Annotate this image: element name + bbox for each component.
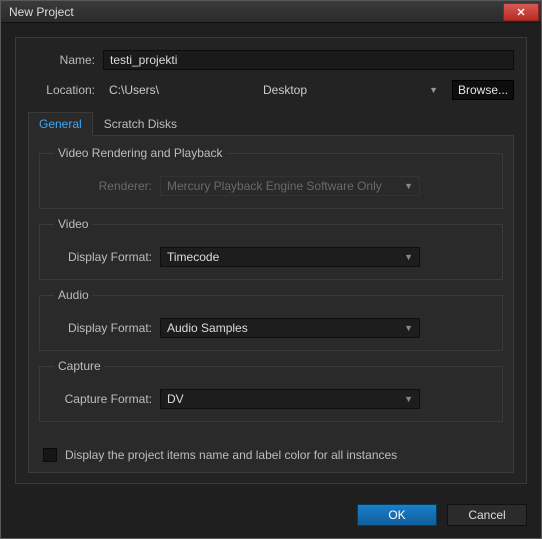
close-icon [517,8,525,16]
renderer-row: Renderer: Mercury Playback Engine Softwa… [50,176,492,196]
capture-format-select[interactable]: DV ▼ [160,389,420,409]
location-select[interactable]: C:\Users\ Desktop ▼ [103,80,444,100]
audio-display-format-row: Display Format: Audio Samples ▼ [50,318,492,338]
name-row: Name: [28,50,514,70]
display-instances-checkbox[interactable] [43,448,57,462]
video-display-format-label: Display Format: [50,250,160,264]
audio-display-format-label: Display Format: [50,321,160,335]
tab-general[interactable]: General [28,112,93,136]
chevron-down-icon: ▼ [404,181,413,191]
capture-format-row: Capture Format: DV ▼ [50,389,492,409]
group-audio-legend: Audio [54,288,93,302]
name-input[interactable] [103,50,514,70]
cancel-button[interactable]: Cancel [447,504,527,526]
audio-display-format-value: Audio Samples [167,321,248,335]
content-area: Name: Location: C:\Users\ Desktop ▼ Brow… [1,23,541,494]
capture-format-value: DV [167,392,184,406]
group-video-rendering: Video Rendering and Playback Renderer: M… [39,146,503,209]
renderer-label: Renderer: [50,179,160,193]
location-path-left: C:\Users\ [109,83,159,97]
display-instances-label: Display the project items name and label… [65,448,397,462]
close-button[interactable] [503,3,539,21]
new-project-window: New Project Name: Location: C:\Users\ De… [0,0,542,539]
titlebar: New Project [1,1,541,23]
video-display-format-row: Display Format: Timecode ▼ [50,247,492,267]
group-audio: Audio Display Format: Audio Samples ▼ [39,288,503,351]
main-panel: Name: Location: C:\Users\ Desktop ▼ Brow… [15,37,527,484]
capture-format-label: Capture Format: [50,392,160,406]
chevron-down-icon: ▼ [404,323,413,333]
audio-display-format-select[interactable]: Audio Samples ▼ [160,318,420,338]
tab-scratch-disks[interactable]: Scratch Disks [93,112,188,135]
group-video-rendering-legend: Video Rendering and Playback [54,146,227,160]
location-label: Location: [28,83,103,97]
window-title: New Project [9,5,74,19]
dialog-footer: OK Cancel [1,494,541,538]
location-row: Location: C:\Users\ Desktop ▼ Browse... [28,80,514,100]
tab-bar: General Scratch Disks [28,112,514,136]
chevron-down-icon: ▼ [429,85,438,95]
location-path-mid: Desktop [263,83,307,97]
group-video: Video Display Format: Timecode ▼ [39,217,503,280]
browse-button[interactable]: Browse... [452,80,514,100]
tab-general-body: Video Rendering and Playback Renderer: M… [28,136,514,473]
video-display-format-value: Timecode [167,250,219,264]
chevron-down-icon: ▼ [404,394,413,404]
display-instances-row: Display the project items name and label… [39,448,503,462]
chevron-down-icon: ▼ [404,252,413,262]
renderer-select: Mercury Playback Engine Software Only ▼ [160,176,420,196]
ok-button[interactable]: OK [357,504,437,526]
video-display-format-select[interactable]: Timecode ▼ [160,247,420,267]
renderer-value: Mercury Playback Engine Software Only [167,179,382,193]
group-capture: Capture Capture Format: DV ▼ [39,359,503,422]
name-label: Name: [28,53,103,67]
group-video-legend: Video [54,217,92,231]
group-capture-legend: Capture [54,359,105,373]
